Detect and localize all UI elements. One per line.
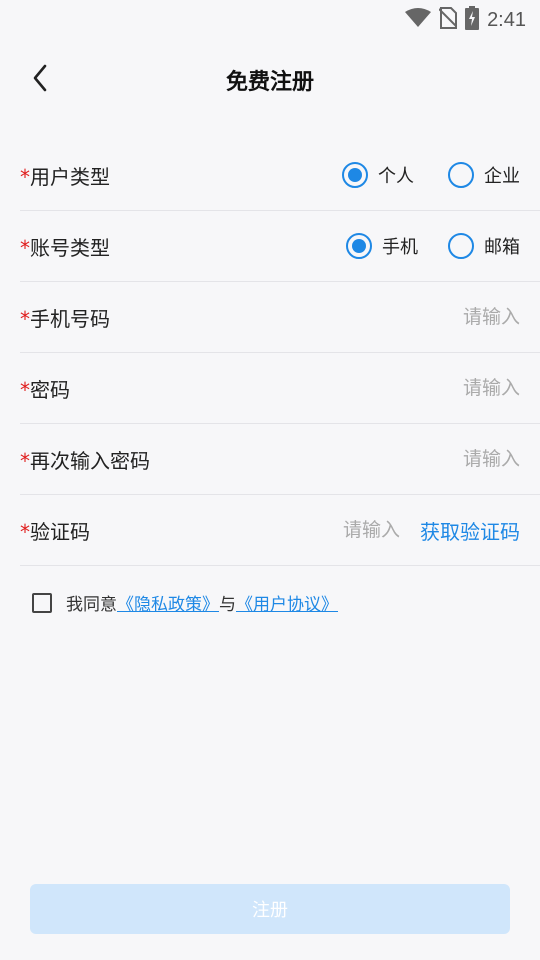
password-confirm-label-text: 再次输入密码	[30, 448, 150, 473]
verify-code-input-area: 获取验证码	[320, 495, 520, 565]
wifi-icon	[405, 8, 432, 32]
user-type-label-text: 用户类型	[30, 164, 110, 189]
battery-charging-icon	[465, 6, 480, 34]
required-mark: *	[20, 164, 30, 189]
verify-code-row: *验证码 获取验证码	[20, 495, 540, 566]
user-type-row: *用户类型 个人 企业	[20, 140, 540, 211]
radio-email[interactable]: 邮箱	[448, 233, 520, 259]
phone-label: *手机号码	[20, 303, 110, 332]
phone-label-text: 手机号码	[30, 306, 110, 331]
required-mark: *	[20, 235, 30, 260]
phone-input-area	[360, 282, 520, 352]
phone-row: *手机号码	[20, 282, 540, 353]
radio-enterprise-label: 企业	[484, 166, 520, 187]
user-type-label: *用户类型	[20, 161, 110, 190]
password-input-area	[360, 353, 520, 423]
agreement-row: 我同意 《隐私政策》 与 《用户协议》	[32, 590, 338, 615]
register-form: *用户类型 个人 企业 *账号类型 手机 邮箱 *手机号码 请输入 *密码 *再…	[20, 140, 540, 566]
agreement-checkbox[interactable]	[32, 592, 52, 613]
account-type-row: *账号类型 手机 邮箱	[20, 211, 540, 282]
verify-code-label-text: 验证码	[30, 519, 90, 544]
required-mark: *	[20, 519, 30, 544]
register-button[interactable]: 注册	[30, 884, 510, 934]
account-type-label-text: 账号类型	[30, 235, 110, 260]
register-button-label: 注册	[252, 900, 288, 921]
radio-personal[interactable]: 个人	[342, 162, 414, 188]
phone-input[interactable]	[360, 306, 520, 328]
page-title: 免费注册	[225, 70, 314, 95]
radio-enterprise[interactable]: 企业	[448, 162, 520, 188]
radio-unchecked-icon	[448, 233, 474, 259]
no-sim-icon	[438, 7, 458, 33]
account-type-options: 手机 邮箱	[326, 211, 520, 281]
status-icons: 2:41	[405, 6, 526, 34]
radio-checked-icon	[346, 233, 372, 259]
header: 免费注册	[0, 50, 540, 106]
required-mark: *	[20, 448, 30, 473]
radio-email-label: 邮箱	[484, 237, 520, 258]
agreement-prefix: 我同意	[66, 595, 117, 615]
account-type-label: *账号类型	[20, 232, 110, 261]
privacy-policy-link[interactable]: 《隐私政策》	[117, 590, 219, 615]
verify-code-label: *验证码	[20, 516, 90, 545]
status-bar: 2:41	[0, 0, 540, 36]
password-confirm-label: *再次输入密码	[20, 445, 150, 474]
required-mark: *	[20, 306, 30, 331]
radio-phone-label: 手机	[382, 237, 418, 258]
password-confirm-input[interactable]	[360, 448, 520, 470]
get-code-button[interactable]: 获取验证码	[420, 516, 520, 545]
radio-checked-icon	[342, 162, 368, 188]
password-input[interactable]	[360, 377, 520, 399]
password-confirm-row: *再次输入密码	[20, 424, 540, 495]
verify-code-input[interactable]	[320, 519, 400, 541]
register-page: 2:41 免费注册 *用户类型 个人 企业 *账号类型 手机 邮箱 *手机号码 …	[0, 0, 540, 960]
user-agreement-link[interactable]: 《用户协议》	[236, 590, 338, 615]
agreement-joiner: 与	[219, 595, 236, 615]
status-time: 2:41	[487, 8, 526, 31]
password-label: *密码	[20, 374, 70, 403]
user-type-options: 个人 企业	[322, 140, 520, 210]
radio-unchecked-icon	[448, 162, 474, 188]
radio-personal-label: 个人	[378, 166, 414, 187]
required-mark: *	[20, 377, 30, 402]
password-row: *密码	[20, 353, 540, 424]
password-confirm-input-area	[360, 424, 520, 494]
password-label-text: 密码	[30, 377, 70, 402]
radio-phone[interactable]: 手机	[346, 233, 418, 259]
